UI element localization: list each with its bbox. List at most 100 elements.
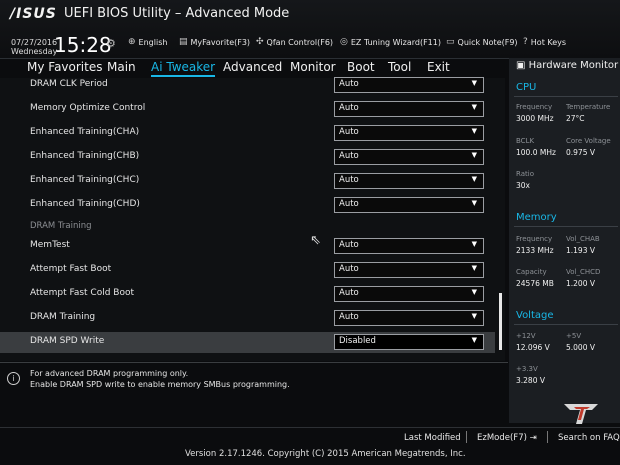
v33-label: +3.3V xyxy=(516,365,538,373)
section-header-dram-training: DRAM Training xyxy=(30,221,92,231)
mouse-cursor-icon: ⇖ xyxy=(310,233,321,248)
vol-chcd-label: Vol_CHCD xyxy=(566,268,601,276)
v5-label: +5V xyxy=(566,332,582,340)
memory-frequency-value: 2133 MHz xyxy=(516,246,554,255)
setting-row-enhanced-training-chd[interactable]: Enhanced Training(CHD) Auto ▼ xyxy=(0,194,495,218)
v12-label: +12V xyxy=(516,332,536,340)
setting-dropdown[interactable]: Auto ▼ xyxy=(334,101,484,117)
dropdown-arrow-icon: ▼ xyxy=(471,288,477,296)
dropdown-arrow-icon: ▼ xyxy=(471,79,477,87)
dropdown-arrow-icon: ▼ xyxy=(471,103,477,111)
dropdown-value: Auto xyxy=(339,264,359,274)
hardware-monitor-title: ▣ Hardware Monitor xyxy=(516,60,618,71)
setting-row-memory-optimize-control[interactable]: Memory Optimize Control Auto ▼ xyxy=(0,98,495,122)
setting-dropdown[interactable]: Auto ▼ xyxy=(334,286,484,302)
clock-time: 15:28 xyxy=(54,33,112,57)
language-button[interactable]: ⊕ English xyxy=(128,37,167,47)
hot-keys-label: Hot Keys xyxy=(530,37,567,47)
info-icon: i xyxy=(7,372,20,385)
ratio-label: Ratio xyxy=(516,170,534,178)
setting-row-memtest[interactable]: MemTest Auto ▼ xyxy=(0,235,495,259)
help-text-line1: For advanced DRAM programming only. xyxy=(30,369,189,378)
setting-label: MemTest xyxy=(30,240,70,250)
vol-chcd-value: 1.200 V xyxy=(566,279,595,288)
scrollbar[interactable] xyxy=(499,293,502,350)
ezmode-button[interactable]: EzMode(F7) ⇥ xyxy=(477,433,537,443)
dropdown-value: Auto xyxy=(339,240,359,250)
dropdown-value: Auto xyxy=(339,199,359,209)
tab-monitor[interactable]: Monitor xyxy=(290,60,336,74)
myfavorite-button[interactable]: ▤ MyFavorite(F3) xyxy=(179,37,250,47)
vol-chab-label: Vol_CHAB xyxy=(566,235,600,243)
ez-tuning-wizard-button[interactable]: ◎ EZ Tuning Wizard(F11) xyxy=(340,37,441,47)
setting-label: Attempt Fast Cold Boot xyxy=(30,288,134,298)
setting-dropdown[interactable]: Auto ▼ xyxy=(334,77,484,93)
date-text: 07/27/2016 xyxy=(11,38,58,47)
dropdown-value: Auto xyxy=(339,288,359,298)
bclk-value: 100.0 MHz xyxy=(516,148,556,157)
setting-dropdown[interactable]: Auto ▼ xyxy=(334,125,484,141)
dropdown-arrow-icon: ▼ xyxy=(471,240,477,248)
help-icon: ? xyxy=(523,37,528,47)
divider xyxy=(514,324,618,325)
search-faq-button[interactable]: Search on FAQ xyxy=(558,433,620,443)
cpu-temperature-value: 27°C xyxy=(566,114,585,123)
monitor-icon: ▣ xyxy=(516,60,526,71)
setting-dropdown[interactable]: Auto ▼ xyxy=(334,238,484,254)
setting-dropdown[interactable]: Auto ▼ xyxy=(334,149,484,165)
tab-boot[interactable]: Boot xyxy=(347,60,375,74)
version-text: Version 2.17.1246. Copyright (C) 2015 Am… xyxy=(185,449,466,459)
dropdown-value: Auto xyxy=(339,127,359,137)
setting-row-attempt-fast-boot[interactable]: Attempt Fast Boot Auto ▼ xyxy=(0,259,495,283)
gear-icon[interactable]: ⚙ xyxy=(106,37,116,50)
v5-value: 5.000 V xyxy=(566,343,595,352)
setting-dropdown[interactable]: Auto ▼ xyxy=(334,173,484,189)
search-faq-label: Search on FAQ xyxy=(558,433,620,443)
date-display: 07/27/2016 Wednesday xyxy=(11,38,57,56)
divider xyxy=(514,96,618,97)
setting-label: Enhanced Training(CHC) xyxy=(30,175,140,185)
setting-dropdown[interactable]: Auto ▼ xyxy=(334,310,484,326)
tab-tool[interactable]: Tool xyxy=(388,60,411,74)
setting-label: Attempt Fast Boot xyxy=(30,264,112,274)
setting-row-enhanced-training-cha[interactable]: Enhanced Training(CHA) Auto ▼ xyxy=(0,122,495,146)
qfan-control-button[interactable]: ✣ Qfan Control(F6) xyxy=(256,37,333,47)
quick-note-button[interactable]: ▭ Quick Note(F9) xyxy=(446,37,518,47)
globe-icon: ⊕ xyxy=(128,37,136,47)
tab-my-favorites[interactable]: My Favorites xyxy=(27,60,102,74)
help-text-line2: Enable DRAM SPD write to enable memory S… xyxy=(30,380,290,389)
dropdown-arrow-icon: ▼ xyxy=(471,336,477,344)
setting-row-attempt-fast-cold-boot[interactable]: Attempt Fast Cold Boot Auto ▼ xyxy=(0,283,495,307)
tuning-icon: ◎ xyxy=(340,37,348,47)
setting-label: Enhanced Training(CHA) xyxy=(30,127,140,137)
setting-row-dram-training[interactable]: DRAM Training Auto ▼ xyxy=(0,307,495,331)
cpu-frequency-label: Frequency xyxy=(516,103,553,111)
setting-dropdown[interactable]: Auto ▼ xyxy=(334,262,484,278)
hot-keys-button[interactable]: ? Hot Keys xyxy=(523,37,566,47)
dropdown-value: Disabled xyxy=(339,336,376,346)
tab-advanced[interactable]: Advanced xyxy=(223,60,282,74)
last-modified-button[interactable]: Last Modified xyxy=(404,433,461,443)
cpu-section-title: CPU xyxy=(516,82,537,93)
fan-icon: ✣ xyxy=(256,37,264,47)
quick-note-label: Quick Note(F9) xyxy=(457,37,518,47)
dropdown-arrow-icon: ▼ xyxy=(471,151,477,159)
dropdown-value: Auto xyxy=(339,79,359,89)
setting-row-dram-spd-write[interactable]: DRAM SPD Write Disabled ▼ xyxy=(0,332,495,353)
tab-main[interactable]: Main xyxy=(107,60,136,74)
tab-exit[interactable]: Exit xyxy=(427,60,450,74)
exit-arrow-icon: ⇥ xyxy=(529,433,537,443)
window-title: UEFI BIOS Utility – Advanced Mode xyxy=(64,6,290,21)
footer-separator xyxy=(466,431,467,443)
footer-divider xyxy=(0,427,620,428)
core-voltage-value: 0.975 V xyxy=(566,148,595,157)
core-voltage-label: Core Voltage xyxy=(566,137,611,145)
dropdown-arrow-icon: ▼ xyxy=(471,264,477,272)
setting-row-dram-clk-period[interactable]: DRAM CLK Period Auto ▼ xyxy=(0,74,495,98)
setting-label: DRAM SPD Write xyxy=(30,336,105,346)
setting-dropdown[interactable]: Auto ▼ xyxy=(334,197,484,213)
setting-dropdown[interactable]: Disabled ▼ xyxy=(334,334,484,350)
setting-row-enhanced-training-chb[interactable]: Enhanced Training(CHB) Auto ▼ xyxy=(0,146,495,170)
setting-label: DRAM Training xyxy=(30,312,96,322)
setting-row-enhanced-training-chc[interactable]: Enhanced Training(CHC) Auto ▼ xyxy=(0,170,495,194)
